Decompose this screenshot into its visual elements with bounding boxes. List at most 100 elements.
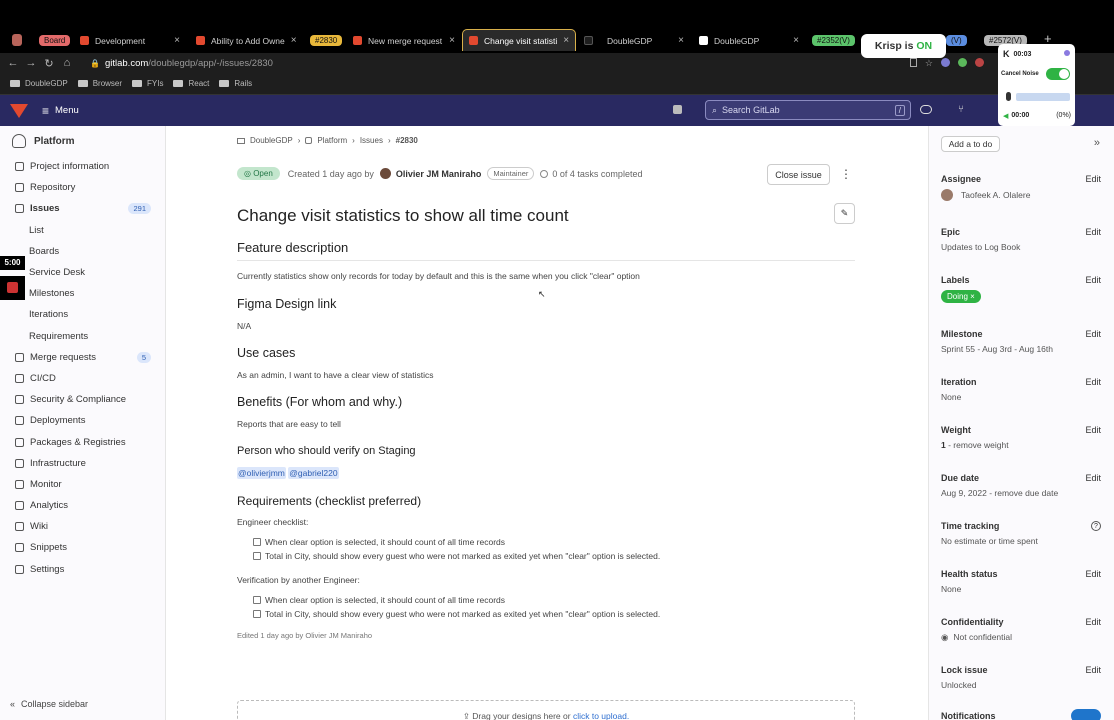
tab-doublegdp-1[interactable]: DoubleGDP × — [578, 31, 690, 50]
menu-button[interactable]: ≡ Menu — [42, 104, 79, 118]
epic-edit[interactable]: Edit — [1085, 227, 1101, 237]
forward-icon[interactable]: → — [22, 57, 40, 69]
sidebar-item-list[interactable]: List — [0, 220, 165, 241]
lock-issue-edit[interactable]: Edit — [1085, 665, 1101, 675]
tab-v[interactable]: (V) — [942, 31, 972, 50]
epic-value[interactable]: Updates to Log Book — [941, 242, 1101, 252]
help-icon[interactable]: ? — [1091, 521, 1101, 531]
author-avatar[interactable] — [379, 168, 391, 179]
checkbox[interactable] — [253, 596, 261, 604]
reload-icon[interactable]: ↻ — [40, 57, 58, 70]
collapse-right-sidebar-icon[interactable]: » — [1094, 137, 1100, 149]
due-date-value[interactable]: Aug 9, 2022 - remove due date — [941, 488, 1101, 498]
share-icon[interactable] — [909, 57, 917, 67]
checkbox[interactable] — [253, 538, 261, 546]
stop-recording-button[interactable] — [0, 276, 25, 300]
sidebar-item-snippets[interactable]: Snippets — [0, 537, 165, 558]
merge-requests-icon[interactable]: ⑂ — [958, 104, 964, 115]
breadcrumb-issue-number[interactable]: #2830 — [396, 136, 418, 145]
close-icon[interactable]: × — [787, 35, 805, 46]
close-issue-button[interactable]: Close issue — [767, 164, 830, 185]
sidebar-item-packages-registries[interactable]: Packages & Registries — [0, 431, 165, 452]
sidebar-item-wiki[interactable]: Wiki — [0, 516, 165, 537]
edit-title-button[interactable]: ✎ — [834, 203, 855, 224]
tab-new-merge-request[interactable]: New merge request × — [347, 31, 461, 50]
create-new-icon[interactable] — [673, 105, 682, 114]
due-date-edit[interactable]: Edit — [1085, 473, 1101, 483]
assignee-value[interactable]: Taofeek A. Olalere — [941, 189, 1101, 201]
author-link[interactable]: Olivier JM Maniraho — [396, 169, 482, 179]
assignee-edit[interactable]: Edit — [1085, 174, 1101, 184]
url-field[interactable]: gitlab.com/doublegdp/app/-/issues/2830 — [105, 58, 273, 69]
home-icon[interactable]: ⌂ — [58, 57, 76, 69]
bookmark-fyis[interactable]: FYIs — [132, 79, 163, 88]
remove-label-icon[interactable]: × — [970, 292, 975, 301]
back-icon[interactable]: ← — [4, 57, 22, 69]
window-menu-icon[interactable] — [12, 34, 22, 46]
remove-weight-link[interactable]: - remove weight — [948, 440, 1008, 450]
bookmark-doublegdp[interactable]: DoubleGDP — [10, 79, 68, 88]
sidebar-item-merge-requests[interactable]: Merge requests 5 — [0, 347, 165, 368]
sidebar-item-repository[interactable]: Repository — [0, 177, 165, 198]
tab-board[interactable]: Board — [35, 31, 72, 50]
tab-2830[interactable]: #2830 — [306, 31, 344, 50]
weight-edit[interactable]: Edit — [1085, 425, 1101, 435]
checklist-item[interactable]: Total in City, should show every guest w… — [253, 607, 855, 621]
sidebar-item-security-compliance[interactable]: Security & Compliance — [0, 389, 165, 410]
tab-development[interactable]: Development × — [74, 31, 186, 50]
sidebar-item-deployments[interactable]: Deployments — [0, 410, 165, 431]
sidebar-item-iterations[interactable]: Iterations — [0, 304, 165, 325]
mention-link[interactable]: @olivierjmm — [237, 467, 286, 479]
breadcrumb-issues[interactable]: Issues — [360, 136, 383, 145]
design-dropzone[interactable]: ⇪ Drag your designs here or click to upl… — [237, 700, 855, 720]
collapse-sidebar-button[interactable]: « Collapse sidebar — [10, 699, 88, 709]
sidebar-item-requirements[interactable]: Requirements — [0, 326, 165, 347]
sidebar-item-infrastructure[interactable]: Infrastructure — [0, 453, 165, 474]
bookmark-browser[interactable]: Browser — [77, 79, 122, 88]
confidentiality-edit[interactable]: Edit — [1085, 617, 1101, 627]
star-icon[interactable]: ☆ — [925, 58, 933, 69]
close-icon[interactable]: × — [168, 35, 186, 46]
close-icon[interactable]: × — [557, 35, 575, 46]
milestone-value[interactable]: Sprint 55 - Aug 3rd - Aug 16th — [941, 344, 1101, 354]
checklist-item[interactable]: When clear option is selected, it should… — [253, 593, 855, 607]
breadcrumb-doublegdp[interactable]: DoubleGDP — [250, 136, 293, 145]
tab-change-visit-statistics[interactable]: Change visit statisti × — [462, 29, 576, 51]
search-input[interactable]: ⌕ Search GitLab / — [705, 100, 911, 120]
close-icon[interactable]: × — [443, 35, 461, 46]
sidebar-item-project-information[interactable]: Project information — [0, 156, 165, 177]
sidebar-item-issues[interactable]: Issues 291 — [0, 198, 165, 219]
cancel-noise-toggle[interactable] — [1046, 68, 1070, 80]
extension-icon[interactable] — [941, 57, 950, 67]
close-icon[interactable]: × — [672, 35, 690, 46]
upload-link[interactable]: click to upload. — [573, 711, 629, 720]
sidebar-item-settings[interactable]: Settings — [0, 559, 165, 580]
milestone-edit[interactable]: Edit — [1085, 329, 1101, 339]
settings-icon[interactable] — [1064, 50, 1070, 56]
extension-icon[interactable] — [958, 57, 967, 67]
sidebar-item-analytics[interactable]: Analytics — [0, 495, 165, 516]
issues-icon[interactable] — [920, 105, 932, 114]
sidebar-item-monitor[interactable]: Monitor — [0, 474, 165, 495]
more-actions-icon[interactable]: ⋮ — [840, 167, 852, 181]
sidebar-item-ci-cd[interactable]: CI/CD — [0, 368, 165, 389]
tab-2352[interactable]: #2352(V) — [808, 31, 860, 50]
project-header[interactable]: Platform — [0, 127, 165, 155]
checkbox[interactable] — [253, 610, 261, 618]
breadcrumb-platform[interactable]: Platform — [317, 136, 347, 145]
checklist-item[interactable]: When clear option is selected, it should… — [253, 535, 855, 549]
notifications-toggle[interactable] — [1071, 709, 1101, 720]
mention-link[interactable]: @gabriel220 — [288, 467, 339, 479]
add-todo-button[interactable]: Add a to do — [941, 136, 1000, 152]
checkbox[interactable] — [253, 552, 261, 560]
extension-icons[interactable]: ☆ — [909, 57, 984, 69]
gitlab-logo-icon[interactable] — [10, 103, 28, 118]
extension-icon[interactable] — [975, 57, 984, 67]
health-status-edit[interactable]: Edit — [1085, 569, 1101, 579]
tab-ability[interactable]: Ability to Add Owne × — [190, 31, 302, 50]
labels-edit[interactable]: Edit — [1085, 275, 1101, 285]
bookmark-rails[interactable]: Rails — [219, 79, 252, 88]
iteration-edit[interactable]: Edit — [1085, 377, 1101, 387]
checklist-item[interactable]: Total in City, should show every guest w… — [253, 549, 855, 563]
label-doing[interactable]: Doing × — [941, 290, 981, 303]
